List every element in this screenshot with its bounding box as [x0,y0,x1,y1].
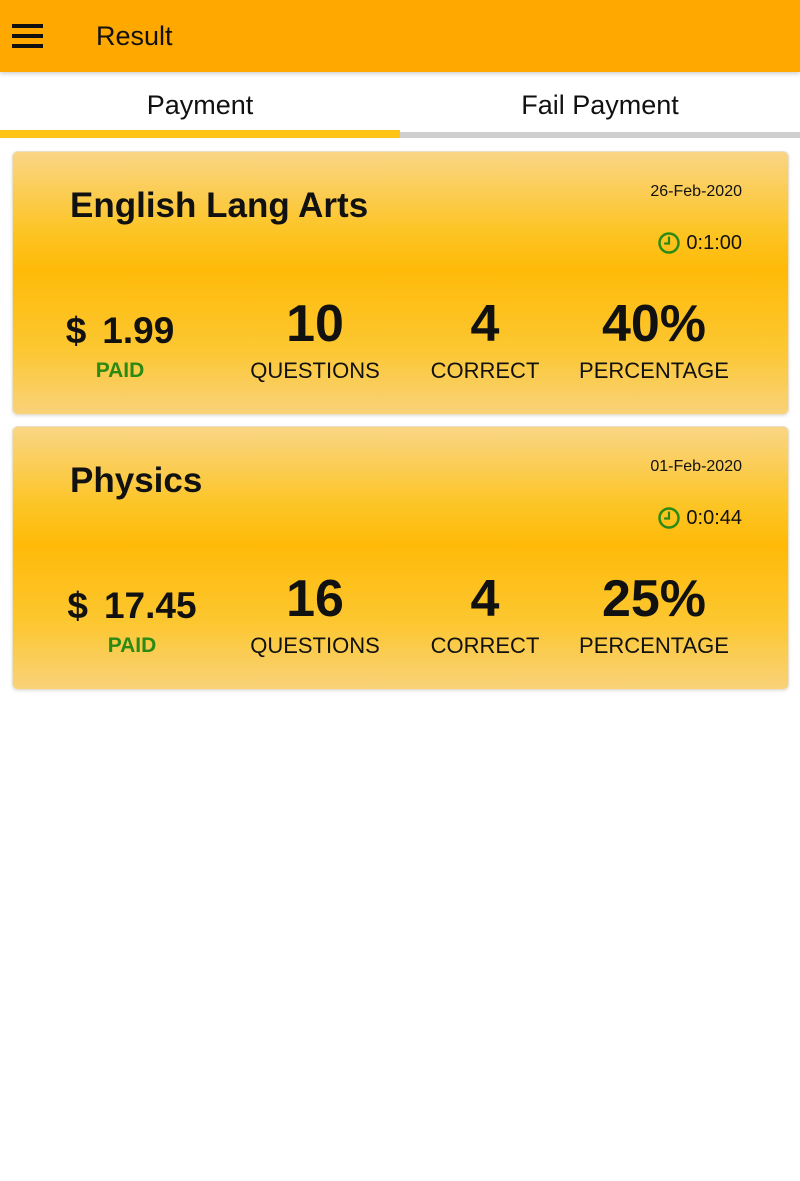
result-duration: 0:0:44 [657,505,742,531]
questions-count: 10 [286,295,344,353]
tab-payment-label: Payment [146,90,254,120]
tab-payment[interactable]: Payment [0,72,400,138]
payment-status: PAID [107,634,157,657]
result-date: 01-Feb-2020 [650,458,742,475]
correct-label: CORRECT [430,633,540,658]
correct-count: 4 [470,570,500,628]
duration-text: 0:0:44 [686,506,742,529]
percentage-value: 40% [601,295,707,353]
clock-icon [657,231,681,255]
hamburger-menu-icon[interactable] [12,22,44,50]
result-date: 26-Feb-2020 [650,183,742,200]
tab-bar: Payment Fail Payment [0,72,800,138]
currency-symbol: $ [67,585,88,626]
correct-label: CORRECT [430,358,540,383]
percentage-stat: 25% PERCENTAGE [579,569,729,659]
tab-fail-payment-label: Fail Payment [521,90,679,120]
amount-value: 1.99 [102,310,175,351]
price-block: $1.99 PAID [59,310,181,384]
result-screen: Result Payment Fail Payment English Lang… [0,0,800,1181]
percentage-value: 25% [601,570,707,628]
result-card[interactable]: English Lang Arts 26-Feb-2020 0:1:00 $1.… [12,151,789,415]
questions-label: QUESTIONS [250,633,380,658]
subject-title: Physics [70,461,203,500]
tab-fail-payment[interactable]: Fail Payment [400,72,800,138]
tab-inactive-indicator [400,132,800,138]
price-block: $17.45 PAID [59,585,205,659]
subject-title: English Lang Arts [70,186,369,225]
percentage-label: PERCENTAGE [579,633,729,658]
price-amount: $17.45 [59,585,205,627]
duration-text: 0:1:00 [686,231,742,254]
correct-stat: 4 CORRECT [425,569,545,659]
tab-active-indicator [0,130,400,138]
questions-count: 16 [286,570,344,628]
page-title: Result [96,21,173,51]
payment-status: PAID [95,359,145,382]
app-bar: Result [0,0,800,72]
questions-stat: 10 QUESTIONS [245,294,385,384]
correct-count: 4 [470,295,500,353]
percentage-stat: 40% PERCENTAGE [579,294,729,384]
amount-value: 17.45 [103,585,197,626]
price-amount: $1.99 [59,310,181,352]
questions-label: QUESTIONS [250,358,380,383]
result-duration: 0:1:00 [657,230,742,256]
currency-symbol: $ [65,310,87,351]
clock-icon [657,506,681,530]
percentage-label: PERCENTAGE [579,358,729,383]
result-card[interactable]: Physics 01-Feb-2020 0:0:44 $17.45 PAID 1… [12,426,789,690]
questions-stat: 16 QUESTIONS [245,569,385,659]
correct-stat: 4 CORRECT [425,294,545,384]
